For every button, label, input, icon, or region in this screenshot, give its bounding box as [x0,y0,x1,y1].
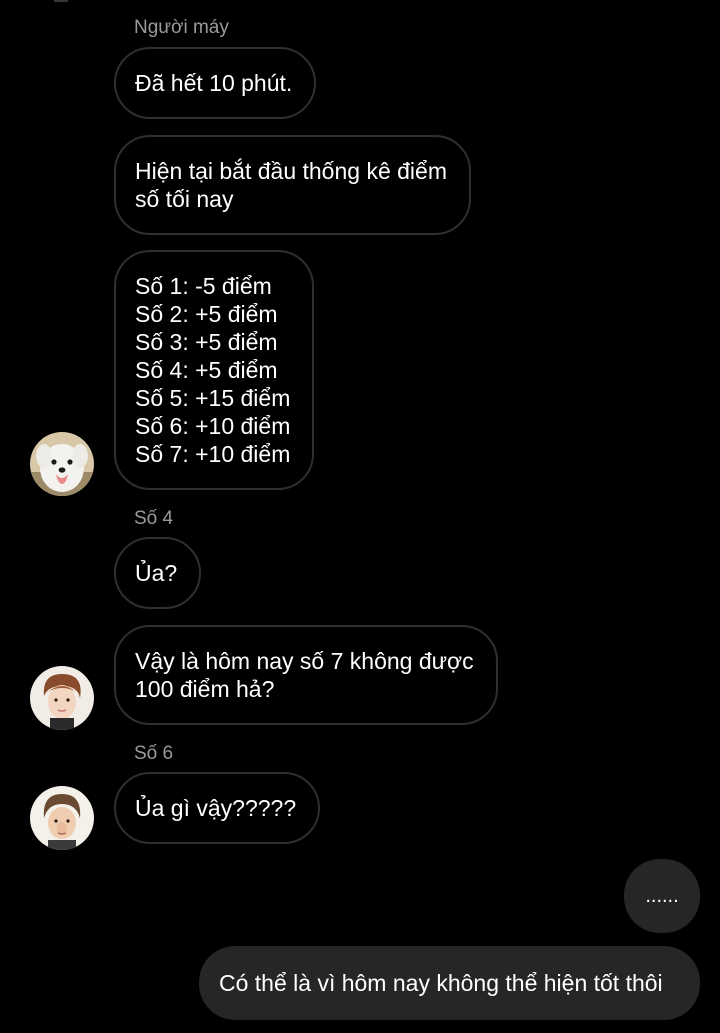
avatar-so-4[interactable] [30,666,94,730]
message-text: Số 7: +10 điểm [135,441,291,467]
message-text: Ủa? [135,560,178,586]
avatar-dog[interactable] [30,432,94,496]
message-bubble[interactable]: Ủa? [114,537,202,609]
message-text: Ủa gì vậy????? [135,795,297,821]
message-text: Vậy là hôm nay số 7 không được [135,648,474,674]
message-bubble[interactable]: Đã hết 10 phút. [114,47,317,119]
sender-name: Số 4 [134,508,174,529]
person-avatar-icon [30,786,94,850]
message-text: số tối nay [135,186,234,212]
message-text: Số 5: +15 điểm [135,385,291,411]
message-text: Số 1: -5 điểm [135,273,272,299]
avatar-so-6[interactable] [30,786,94,850]
outgoing-message-bubble[interactable]: ...... [624,859,700,933]
message-bubble[interactable]: Vậy là hôm nay số 7 không được 100 điểm … [114,625,498,725]
message-text: Có thể là vì hôm nay không thể hiện tốt … [219,970,663,996]
top-divider-mark [54,0,68,6]
outgoing-message-bubble[interactable]: Có thể là vì hôm nay không thể hiện tốt … [199,946,700,1020]
message-text: Số 4: +5 điểm [135,357,278,383]
message-text: Số 6: +10 điểm [135,413,291,439]
message-text: ...... [645,885,679,907]
sender-name: Người máy [134,17,229,38]
message-text: Số 2: +5 điểm [135,301,278,327]
sender-name: Số 6 [134,743,174,764]
message-bubble[interactable]: Hiện tại bắt đầu thống kê điểm số tối na… [114,135,471,235]
message-text: Số 3: +5 điểm [135,329,278,355]
message-text: 100 điểm hả? [135,676,275,702]
message-text: Hiện tại bắt đầu thống kê điểm [135,158,447,184]
message-bubble[interactable]: Ủa gì vậy????? [114,772,321,844]
person-avatar-icon [30,666,94,730]
message-bubble[interactable]: Số 1: -5 điểm Số 2: +5 điểm Số 3: +5 điể… [114,250,315,490]
message-text: Đã hết 10 phút. [135,70,293,96]
dog-avatar-icon [30,432,94,496]
